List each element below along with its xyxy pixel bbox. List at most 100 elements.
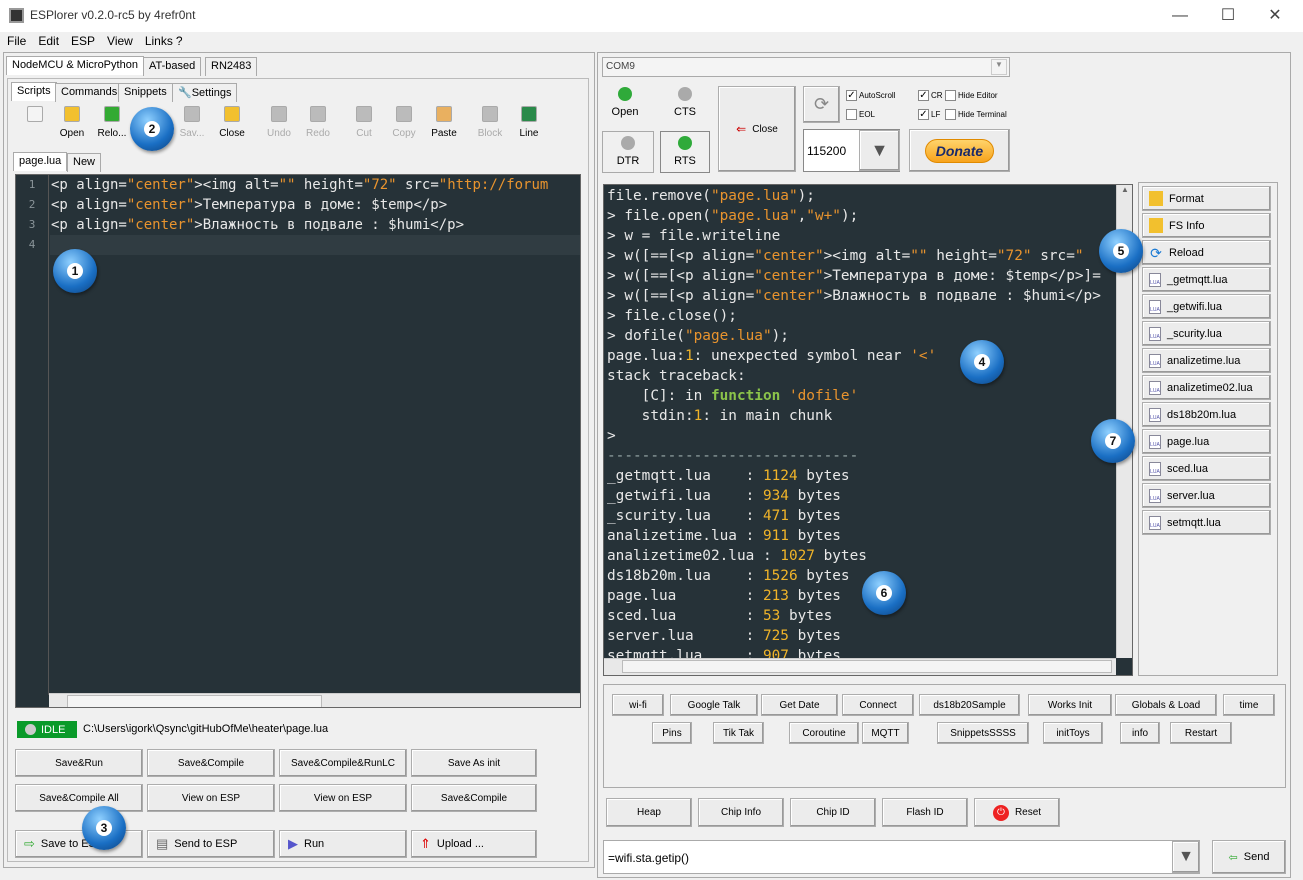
menu-links[interactable]: Links [138,32,174,48]
fs-info-button[interactable]: FS Info [1142,213,1271,238]
checkbox-empty[interactable] [945,109,956,120]
maximize-button[interactable]: ☐ [1208,4,1248,28]
port-select[interactable]: COM9 ▼ [602,57,1010,77]
toolbar-copy-button[interactable]: Copy [384,106,424,139]
tab-nodemcu[interactable]: NodeMCU & MicroPython [6,56,144,75]
snippet-mqtt-button[interactable]: MQTT [862,722,909,744]
toolbar-line-button[interactable]: Line [509,106,549,139]
checkbox-hide-terminal[interactable]: Hide Terminal [945,109,1007,120]
snippet-get-date-button[interactable]: Get Date [761,694,838,716]
minimize-button[interactable]: — [1160,4,1200,28]
code-editor[interactable]: 1234 <p align="center"><img alt="" heigh… [15,174,581,708]
reset-button[interactable]: ⏻ Reset [974,798,1060,827]
snippet-globals-load-button[interactable]: Globals & Load [1115,694,1217,716]
menu-help[interactable]: ? [174,32,188,48]
donate-button[interactable]: Donate [909,129,1010,172]
file-button-sced-lua[interactable]: LUA sced.lua [1142,456,1271,481]
reload-button[interactable]: ⟳ Reload [1142,240,1271,265]
editor-horizontal-scrollbar[interactable] [49,693,580,707]
snippet-coroutine-button[interactable]: Coroutine [789,722,859,744]
toolbar-sav-button[interactable]: Sav... [172,106,212,139]
chip-id-button[interactable]: Chip ID [790,798,876,827]
format-button[interactable]: Format [1142,186,1271,211]
snippet-restart-button[interactable]: Restart [1170,722,1232,744]
run-button[interactable]: ▶ Run [279,830,407,858]
tab-at-based[interactable]: AT-based [143,57,202,76]
chevron-down-icon[interactable]: ▼ [991,59,1007,75]
checkbox-empty[interactable] [846,109,857,120]
chevron-down-icon[interactable]: ▼ [859,130,900,171]
file-tab-page-lua[interactable]: page.lua [13,152,68,171]
menu-esp[interactable]: ESP [64,32,100,48]
close-button[interactable]: ✕ [1255,4,1295,28]
toolbar-paste-button[interactable]: Paste [424,106,464,139]
snippet-google-talk-button[interactable]: Google Talk [670,694,758,716]
command-input[interactable]: =wifi.sta.getip() ▼ [603,840,1200,874]
save-run-button[interactable]: Save&Run [15,749,143,777]
save-compile-runlc-button[interactable]: Save&Compile&RunLC [279,749,407,777]
toolbar-block-button[interactable]: Block [470,106,510,139]
checkbox-autoscroll[interactable]: ✓ AutoScroll [846,90,895,101]
tab-settings[interactable]: 🔧Settings [172,83,238,102]
snippet-snippetsssss-button[interactable]: SnippetsSSSS [937,722,1029,744]
toolbar-open-button[interactable]: Open [52,106,92,139]
heap-button[interactable]: Heap [606,798,692,827]
snippet-wi-fi-button[interactable]: wi-fi [612,694,664,716]
checkmark-icon[interactable]: ✓ [918,90,929,101]
chevron-down-icon[interactable]: ▼ [1172,841,1200,873]
toolbar-close-button[interactable]: Close [212,106,252,139]
menu-file[interactable]: File [0,32,31,48]
checkbox-hide-editor[interactable]: Hide Editor [945,90,998,101]
checkbox-cr[interactable]: ✓ CR [918,90,943,101]
checkmark-icon[interactable]: ✓ [918,109,929,120]
send-to-esp-button[interactable]: ▤ Send to ESP [147,830,275,858]
file-button-getmqtt-lua[interactable]: LUA _getmqtt.lua [1142,267,1271,292]
flash-id-button[interactable]: Flash ID [882,798,968,827]
snippet-tik-tak-button[interactable]: Tik Tak [713,722,764,744]
tab-commands[interactable]: Commands [55,83,124,102]
file-button-analizetime-lua[interactable]: LUA analizetime.lua [1142,348,1271,373]
file-button-ds18b20m-lua[interactable]: LUA ds18b20m.lua [1142,402,1271,427]
scroll-thumb[interactable] [622,660,1112,673]
dtr-toggle[interactable]: DTR [602,131,654,173]
save-compile-button[interactable]: Save&Compile [147,749,275,777]
chip-info-button[interactable]: Chip Info [698,798,784,827]
snippet-inittoys-button[interactable]: initToys [1043,722,1103,744]
checkmark-icon[interactable]: ✓ [846,90,857,101]
file-button-setmqtt-lua[interactable]: LUA setmqtt.lua [1142,510,1271,535]
toolbar-relo-button[interactable]: Relo... [92,106,132,139]
code-content[interactable]: <p align="center"><img alt="" height="72… [51,175,548,255]
file-button-scurity-lua[interactable]: LUA _scurity.lua [1142,321,1271,346]
rts-toggle[interactable]: RTS [660,131,710,173]
file-button-server-lua[interactable]: LUA server.lua [1142,483,1271,508]
snippet-time-button[interactable]: time [1223,694,1275,716]
snippet-works-init-button[interactable]: Works Init [1028,694,1112,716]
snippet-connect-button[interactable]: Connect [842,694,914,716]
close-port-button[interactable]: ⇐ Close [718,86,796,172]
baud-select[interactable]: 115200 ▼ [803,129,900,172]
tab-scripts[interactable]: Scripts [11,82,57,101]
refresh-ports-button[interactable]: ⟳ [803,86,840,123]
checkbox-empty[interactable] [945,90,956,101]
toolbar-undo-button[interactable]: Undo [259,106,299,139]
view-on-esp-button[interactable]: View on ESP [147,784,275,812]
snippet-pins-button[interactable]: Pins [652,722,692,744]
menu-edit[interactable]: Edit [31,32,64,48]
save-compile-all-button[interactable]: Save&Compile All [15,784,143,812]
view-on-esp-button[interactable]: View on ESP [279,784,407,812]
snippet-ds18b20sample-button[interactable]: ds18b20Sample [919,694,1020,716]
toolbar-redo-button[interactable]: Redo [298,106,338,139]
scroll-thumb[interactable] [67,695,322,707]
file-button-getwifi-lua[interactable]: LUA _getwifi.lua [1142,294,1271,319]
menu-view[interactable]: View [100,32,138,48]
save-as-init-button[interactable]: Save As init [411,749,537,777]
send-button[interactable]: ⇦ Send [1212,840,1286,874]
upload-button[interactable]: ⇑ Upload ... [411,830,537,858]
checkbox-eol[interactable]: EOL [846,109,875,120]
file-button-page-lua[interactable]: LUA page.lua [1142,429,1271,454]
toolbar-new-button[interactable] [15,106,55,128]
file-tab-new[interactable]: New [67,153,102,172]
open-port-button[interactable]: Open [602,87,648,118]
tab-snippets[interactable]: Snippets [118,83,173,102]
terminal-horizontal-scrollbar[interactable] [604,658,1116,675]
